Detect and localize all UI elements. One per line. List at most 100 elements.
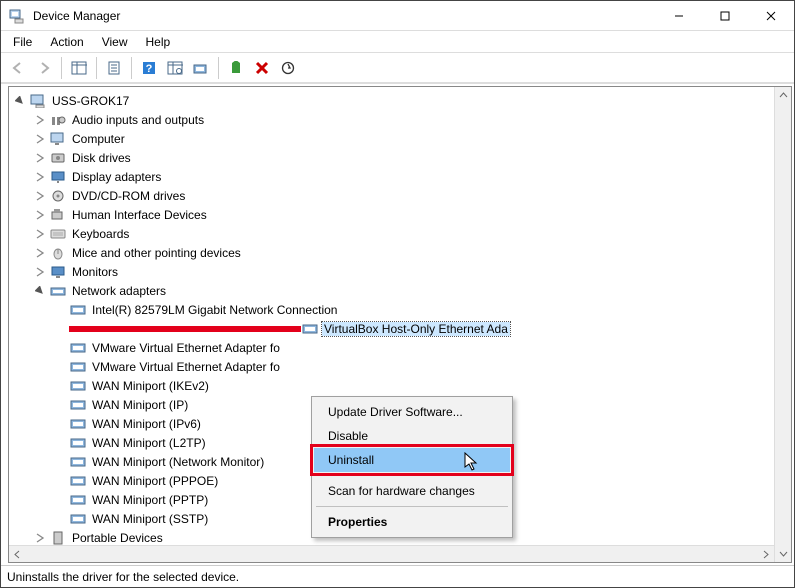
category-item[interactable]: Keyboards	[11, 224, 789, 243]
category-item[interactable]: Mice and other pointing devices	[11, 243, 789, 262]
computer-icon	[29, 93, 47, 109]
chevron-right-icon[interactable]	[33, 531, 47, 545]
category-item[interactable]: Computer	[11, 129, 789, 148]
category-label: Mice and other pointing devices	[70, 246, 243, 260]
chevron-right-icon[interactable]	[33, 227, 47, 241]
chevron-right-icon[interactable]	[33, 208, 47, 222]
nic-icon	[69, 378, 87, 394]
device-tree[interactable]: USS-GROK17 Audio inputs and outputs Compu…	[8, 86, 792, 563]
category-label: Keyboards	[70, 227, 131, 241]
nic-icon	[69, 473, 87, 489]
maximize-button[interactable]	[702, 1, 748, 31]
chevron-right-icon[interactable]	[33, 170, 47, 184]
show-hide-tree-button[interactable]	[66, 56, 92, 80]
disable-button[interactable]	[275, 56, 301, 80]
chevron-right-icon[interactable]	[33, 151, 47, 165]
chevron-right-icon[interactable]	[33, 132, 47, 146]
toolbar: ?	[1, 53, 794, 83]
category-item[interactable]: Monitors	[11, 262, 789, 281]
category-icon	[49, 226, 67, 242]
ctx-disable[interactable]: Disable	[314, 424, 510, 448]
scan-hardware-button[interactable]	[162, 56, 188, 80]
category-label: Human Interface Devices	[70, 208, 209, 222]
scroll-up-button[interactable]	[775, 87, 791, 104]
tree-root[interactable]: USS-GROK17	[11, 91, 789, 110]
scroll-track[interactable]	[775, 104, 791, 545]
scroll-left-button[interactable]	[9, 546, 26, 562]
menu-action[interactable]: Action	[42, 33, 91, 51]
chevron-down-icon[interactable]	[33, 284, 47, 298]
vertical-scrollbar[interactable]	[774, 87, 791, 562]
device-item[interactable]: VMware Virtual Ethernet Adapter fo	[11, 338, 789, 357]
nic-icon	[69, 302, 87, 318]
category-label: Computer	[70, 132, 127, 146]
category-network-adapters[interactable]: Network adapters	[11, 281, 789, 300]
category-label: Disk drives	[70, 151, 133, 165]
category-label: DVD/CD-ROM drives	[70, 189, 187, 203]
device-item[interactable]: VMware Virtual Ethernet Adapter fo	[11, 357, 789, 376]
category-item[interactable]: Human Interface Devices	[11, 205, 789, 224]
nic-icon	[69, 511, 87, 527]
category-icon	[49, 188, 67, 204]
chevron-right-icon[interactable]	[33, 113, 47, 127]
help-button[interactable]: ?	[136, 56, 162, 80]
category-item[interactable]: DVD/CD-ROM drives	[11, 186, 789, 205]
status-text: Uninstalls the driver for the selected d…	[7, 570, 239, 584]
device-item-selected[interactable]: VirtualBox Host-Only Ethernet Ada	[11, 319, 789, 338]
category-item[interactable]: Audio inputs and outputs	[11, 110, 789, 129]
horizontal-scrollbar[interactable]	[9, 545, 774, 562]
ctx-uninstall[interactable]: Uninstall	[314, 448, 510, 472]
root-label: USS-GROK17	[50, 94, 131, 108]
category-icon	[49, 131, 67, 147]
category-icon	[49, 112, 67, 128]
titlebar: Device Manager	[1, 1, 794, 31]
scroll-track[interactable]	[26, 546, 757, 562]
forward-button[interactable]	[31, 56, 57, 80]
window-title: Device Manager	[33, 9, 656, 23]
category-icon	[49, 169, 67, 185]
chevron-right-icon[interactable]	[33, 265, 47, 279]
ctx-separator	[316, 506, 508, 507]
properties-button[interactable]	[101, 56, 127, 80]
menu-view[interactable]: View	[94, 33, 136, 51]
category-icon	[49, 207, 67, 223]
ctx-properties[interactable]: Properties	[314, 510, 510, 534]
update-driver-button[interactable]	[188, 56, 214, 80]
chevron-down-icon[interactable]	[13, 94, 27, 108]
scroll-down-button[interactable]	[775, 545, 791, 562]
category-label: Network adapters	[70, 284, 168, 298]
device-icon	[49, 530, 67, 546]
device-item[interactable]: WAN Miniport (IKEv2)	[11, 376, 789, 395]
minimize-button[interactable]	[656, 1, 702, 31]
category-icon	[49, 264, 67, 280]
ctx-scan[interactable]: Scan for hardware changes	[314, 479, 510, 503]
nic-icon	[69, 416, 87, 432]
nic-icon	[69, 492, 87, 508]
nic-icon	[301, 321, 319, 337]
nic-icon	[69, 435, 87, 451]
menu-help[interactable]: Help	[138, 33, 179, 51]
category-item[interactable]: Disk drives	[11, 148, 789, 167]
nic-icon	[69, 359, 87, 375]
menu-file[interactable]: File	[5, 33, 40, 51]
nic-icon	[69, 397, 87, 413]
menubar: File Action View Help	[1, 31, 794, 53]
category-icon	[49, 150, 67, 166]
scroll-right-button[interactable]	[757, 546, 774, 562]
context-menu: Update Driver Software... Disable Uninst…	[311, 396, 513, 538]
category-label: Audio inputs and outputs	[70, 113, 206, 127]
ctx-update-driver[interactable]: Update Driver Software...	[314, 400, 510, 424]
enable-button[interactable]	[223, 56, 249, 80]
network-icon	[49, 283, 67, 299]
category-label: Monitors	[70, 265, 120, 279]
device-item[interactable]: Intel(R) 82579LM Gigabit Network Connect…	[11, 300, 789, 319]
close-button[interactable]	[748, 1, 794, 31]
category-icon	[49, 245, 67, 261]
category-label: Display adapters	[70, 170, 163, 184]
chevron-right-icon[interactable]	[33, 189, 47, 203]
category-item[interactable]: Display adapters	[11, 167, 789, 186]
chevron-right-icon[interactable]	[33, 246, 47, 260]
uninstall-button[interactable]	[249, 56, 275, 80]
back-button[interactable]	[5, 56, 31, 80]
statusbar: Uninstalls the driver for the selected d…	[1, 565, 794, 587]
